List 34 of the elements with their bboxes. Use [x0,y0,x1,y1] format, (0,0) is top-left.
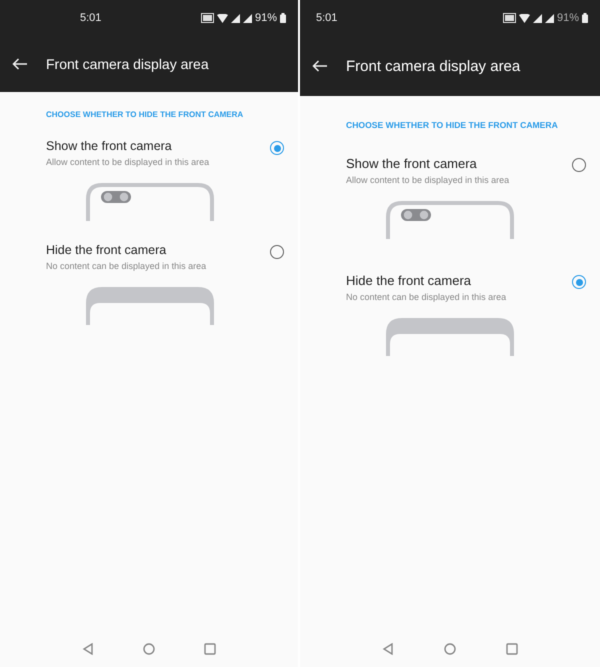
radio-button[interactable] [572,275,586,289]
option-title[interactable]: Hide the front camera [346,273,506,288]
radio-button[interactable] [270,245,284,259]
option-subtitle: Allow content to be displayed in this area [46,157,210,167]
section-header: CHOOSE WHETHER TO HIDE THE FRONT CAMERA [346,120,559,130]
back-icon[interactable] [82,643,94,655]
recents-icon[interactable] [506,643,518,655]
home-icon[interactable] [444,643,456,655]
network-badge-icon [502,13,516,23]
home-icon[interactable] [143,643,155,655]
back-arrow-icon[interactable] [312,60,328,72]
battery-icon [280,13,286,23]
screen-title: Front camera display area [346,58,520,74]
network-badge-icon [200,13,214,23]
status-time: 5:01 [316,12,338,24]
wifi-icon [518,14,530,22]
battery-icon [582,13,588,23]
screen-title: Front camera display area [46,56,209,72]
option-title[interactable]: Hide the front camera [46,243,206,257]
option-subtitle: No content can be displayed in this area [46,261,206,271]
radio-button[interactable] [572,158,586,172]
option-title[interactable]: Show the front camera [346,156,510,171]
section-header: CHOOSE WHETHER TO HIDE THE FRONT CAMERA [46,110,244,119]
back-icon[interactable] [382,643,394,655]
battery-percent: 91% [556,12,579,24]
status-time: 5:01 [80,12,102,24]
option-subtitle: No content can be displayed in this area [346,292,506,302]
battery-percent: 91% [254,12,277,24]
recents-icon[interactable] [204,643,216,655]
wifi-icon [216,14,228,22]
option-subtitle: Allow content to be displayed in this area [346,175,510,185]
option-title[interactable]: Show the front camera [46,139,210,153]
radio-button[interactable] [270,141,284,155]
back-arrow-icon[interactable] [12,58,28,70]
